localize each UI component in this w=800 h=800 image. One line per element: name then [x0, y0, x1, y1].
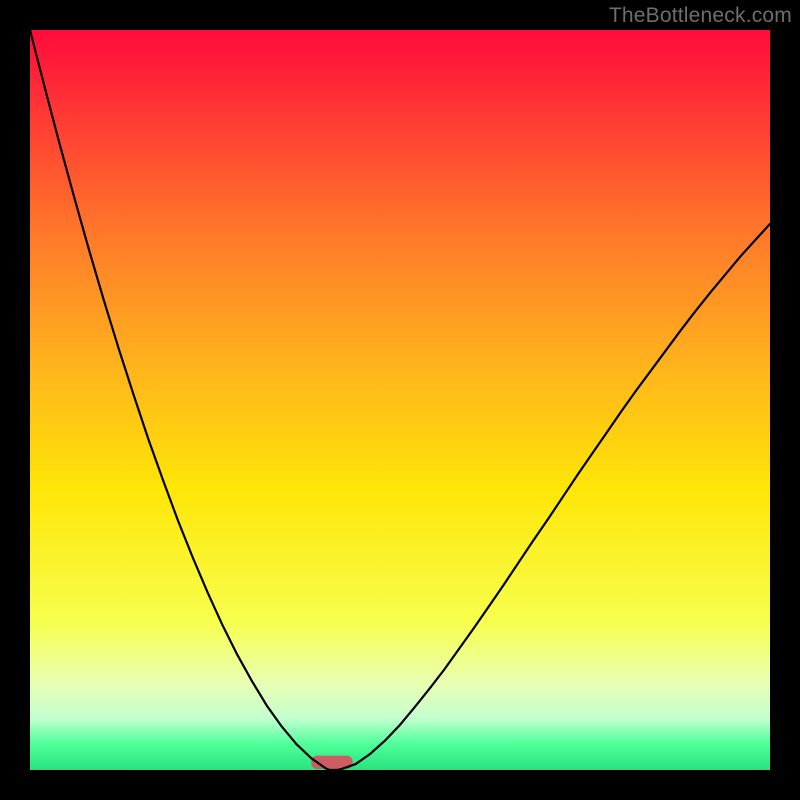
- watermark-text: TheBottleneck.com: [609, 4, 792, 28]
- plot-area: [30, 30, 770, 770]
- gradient-background: [30, 30, 770, 770]
- chart-frame: TheBottleneck.com: [0, 0, 800, 800]
- chart-svg: [30, 30, 770, 770]
